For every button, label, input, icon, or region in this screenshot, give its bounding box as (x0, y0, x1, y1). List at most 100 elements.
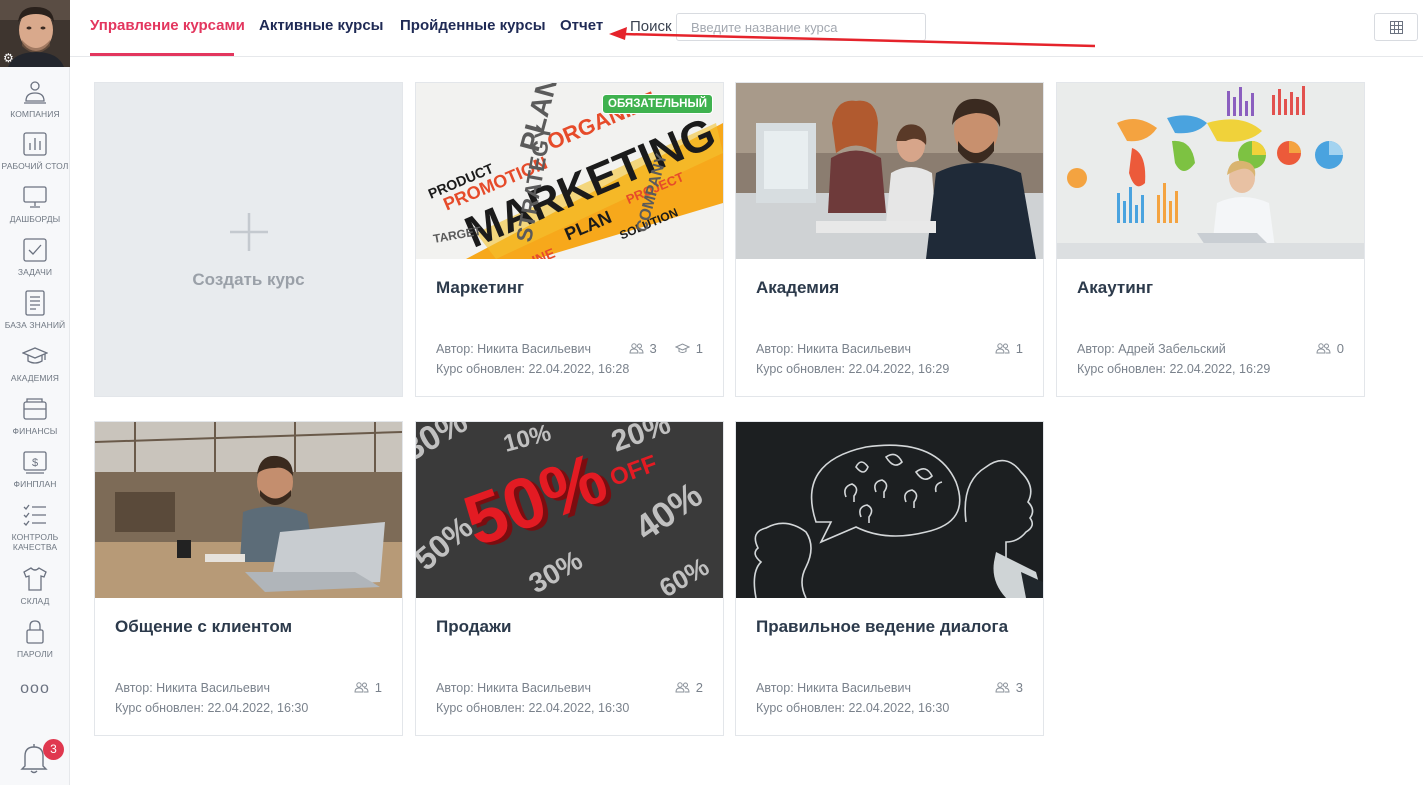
course-stats: 3 (995, 680, 1023, 695)
course-card[interactable]: Общение с клиентом Автор: Никита Василье… (94, 421, 403, 736)
sidebar-item-label: ФИНПЛАН (13, 479, 57, 489)
course-updated: Курс обновлен: 22.04.2022, 16:29 (1077, 362, 1271, 376)
users-icon (995, 682, 1010, 693)
sidebar-item-desktop[interactable]: РАБОЧИЙ СТОЛ (0, 131, 70, 171)
course-title[interactable]: Продажи (436, 615, 696, 639)
course-image: MARKETING PROMOTION PRODUCT ORGANIZE PLA… (416, 83, 723, 259)
lock-icon (26, 620, 44, 644)
course-title[interactable]: Акаутинг (1077, 276, 1337, 300)
graduation-cap-icon (22, 347, 48, 364)
create-course-label: Создать курс (192, 270, 305, 289)
wallet-icon (23, 398, 47, 420)
sidebar-item-knowledge-base[interactable]: БАЗА ЗНАНИЙ (0, 290, 70, 330)
course-author: Автор: Никита Васильевич (756, 681, 912, 695)
sidebar-item-tasks[interactable]: ЗАДАЧИ (0, 237, 70, 277)
sidebar-item-academy[interactable]: АКАДЕМИЯ (0, 343, 70, 383)
users-icon (675, 682, 690, 693)
tshirt-icon (23, 567, 47, 591)
course-stats: 1 (995, 341, 1023, 356)
sidebar-item-quality-control[interactable]: КОНТРОЛЬ КАЧЕСТВА (0, 502, 70, 552)
checkbox-icon (23, 238, 47, 262)
sidebar-item-label: ДАШБОРДЫ (9, 214, 61, 224)
course-card[interactable]: MARKETING PROMOTION PRODUCT ORGANIZE PLA… (415, 82, 724, 397)
course-author: Автор: Никита Васильевич (756, 342, 912, 356)
course-stats: 1 (354, 680, 382, 695)
users-count: 1 (374, 680, 382, 695)
company-icon (24, 81, 46, 104)
course-author: Автор: Адрей Забельский (1077, 342, 1226, 356)
user-avatar[interactable]: ⚙ (0, 0, 70, 67)
users-count: 0 (1336, 341, 1344, 356)
mandatory-badge: ОБЯЗАТЕЛЬНЫЙ (602, 94, 713, 114)
checklist-icon (23, 504, 46, 526)
dollar-icon: $ (23, 451, 47, 474)
sidebar-item-finplan[interactable]: $ ФИНПЛАН (0, 449, 70, 489)
more-menu-icon[interactable]: ooo (0, 680, 70, 698)
course-image (736, 422, 1043, 598)
sidebar-item-dashboards[interactable]: ДАШБОРДЫ (0, 184, 70, 224)
sidebar-item-label: АКАДЕМИЯ (10, 373, 60, 383)
sidebar-item-label: КОМПАНИЯ (10, 109, 60, 119)
course-title[interactable]: Правильное ведение диалога (756, 615, 1016, 639)
sidebar-item-label: БАЗА ЗНАНИЙ (4, 320, 66, 330)
course-stats: 3 1 (629, 341, 703, 356)
course-title[interactable]: Общение с клиентом (115, 615, 375, 639)
annotation-arrow (609, 27, 1096, 48)
monitor-icon (23, 186, 47, 208)
users-icon (354, 682, 369, 693)
users-icon (1316, 343, 1331, 354)
course-updated: Курс обновлен: 22.04.2022, 16:29 (756, 362, 950, 376)
course-card[interactable]: Акаутинг Автор: Адрей Забельский Курс об… (1056, 82, 1365, 397)
course-author: Автор: Никита Васильевич (436, 681, 592, 695)
course-title[interactable]: Академия (756, 276, 1016, 300)
users-icon (995, 343, 1010, 354)
sidebar: ⚙ КОМПАНИЯ РАБОЧИЙ СТОЛ ДАШБОРДЫ ЗАДАЧИ … (0, 0, 70, 785)
course-stats: 2 (675, 680, 703, 695)
users-count: 3 (649, 341, 657, 356)
document-icon (25, 290, 45, 316)
users-count: 1 (1015, 341, 1023, 356)
users-icon (629, 343, 644, 354)
tab-course-management[interactable]: Управление курсами (90, 17, 245, 34)
sidebar-item-label: ЗАДАЧИ (17, 267, 53, 277)
course-image: 30% 20% 40% 50% 30% 60% 10% 50% 50% OFF (416, 422, 723, 598)
course-stats: 0 (1316, 341, 1344, 356)
active-tab-indicator (90, 53, 234, 56)
course-title[interactable]: Маркетинг (436, 276, 696, 300)
grid-icon (1390, 21, 1403, 34)
users-count: 2 (695, 680, 703, 695)
sidebar-item-label: СКЛАД (20, 596, 50, 606)
course-author: Автор: Никита Васильевич (436, 342, 592, 356)
plus-icon (230, 213, 268, 251)
course-updated: Курс обновлен: 22.04.2022, 16:30 (756, 701, 950, 715)
course-card[interactable]: 30% 20% 40% 50% 30% 60% 10% 50% 50% OFF … (415, 421, 724, 736)
sidebar-item-finance[interactable]: ФИНАНСЫ (0, 396, 70, 436)
graduation-cap-icon (674, 343, 690, 353)
gear-icon[interactable]: ⚙ (3, 51, 17, 65)
notification-badge: 3 (43, 739, 64, 760)
tab-report[interactable]: Отчет (560, 17, 603, 34)
course-card[interactable]: Академия Автор: Никита Васильевич Курс о… (735, 82, 1044, 397)
svg-text:$: $ (32, 457, 38, 469)
create-course-card[interactable]: Создать курс (94, 82, 403, 397)
course-image (1057, 83, 1364, 259)
course-updated: Курс обновлен: 22.04.2022, 16:30 (115, 701, 309, 715)
sidebar-item-label: ФИНАНСЫ (12, 426, 58, 436)
tab-completed-courses[interactable]: Пройденные курсы (400, 17, 546, 34)
course-author: Автор: Никита Васильевич (115, 681, 271, 695)
course-image (95, 422, 402, 598)
sidebar-item-label: РАБОЧИЙ СТОЛ (1, 161, 69, 171)
sidebar-item-label: ПАРОЛИ (16, 649, 54, 659)
course-updated: Курс обновлен: 22.04.2022, 16:28 (436, 362, 630, 376)
sidebar-item-label: КОНТРОЛЬ КАЧЕСТВА (11, 532, 59, 552)
course-card[interactable]: Правильное ведение диалога Автор: Никита… (735, 421, 1044, 736)
sidebar-item-company[interactable]: КОМПАНИЯ (0, 79, 70, 119)
sidebar-item-warehouse[interactable]: СКЛАД (0, 566, 70, 606)
grid-view-button[interactable] (1374, 13, 1418, 41)
sidebar-item-passwords[interactable]: ПАРОЛИ (0, 619, 70, 659)
graduates-count: 1 (695, 341, 703, 356)
users-count: 3 (1015, 680, 1023, 695)
course-image (736, 83, 1043, 259)
desktop-chart-icon (23, 132, 47, 156)
tab-active-courses[interactable]: Активные курсы (259, 17, 383, 34)
